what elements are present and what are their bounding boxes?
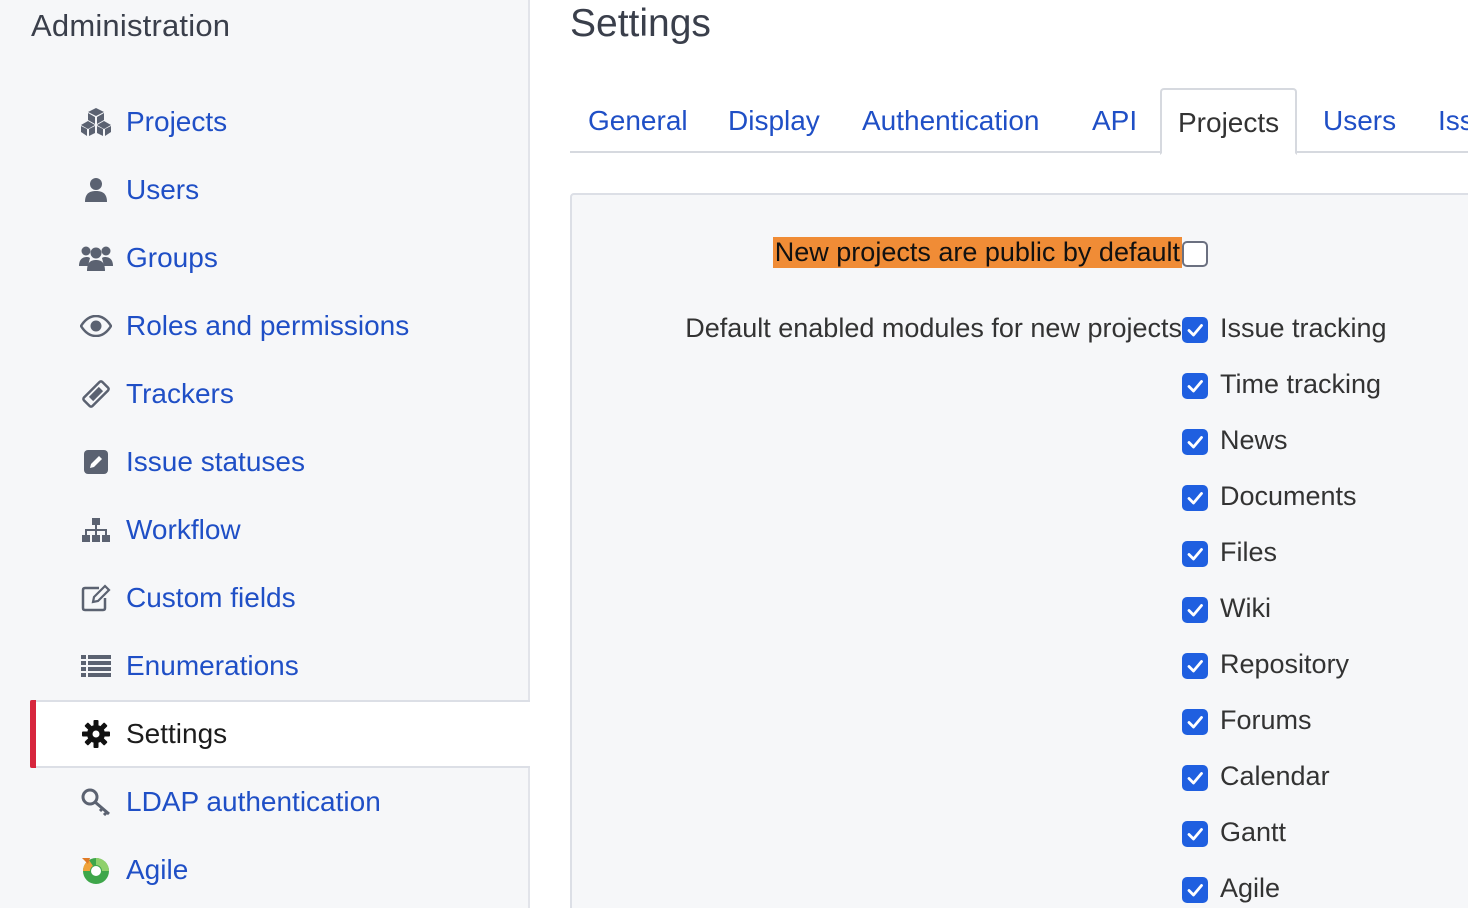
module-checkbox-issue-tracking[interactable] (1182, 317, 1208, 343)
sidebar-item-label: Projects (126, 106, 228, 137)
module-checkbox-calendar[interactable] (1182, 765, 1208, 791)
projects-settings-panel: New projects are public by default Defau… (570, 193, 1468, 908)
sidebar-item-label: LDAP authentication (126, 786, 381, 817)
sidebar-item-projects[interactable]: Projects (0, 88, 530, 156)
tab-display[interactable]: Display (728, 88, 820, 153)
sidebar-item-groups[interactable]: Groups (0, 224, 530, 292)
module-checkbox-news[interactable] (1182, 429, 1208, 455)
module-checkbox-agile[interactable] (1182, 877, 1208, 903)
module-checkbox-files[interactable] (1182, 541, 1208, 567)
module-label-documents: Documents (1220, 481, 1357, 511)
sidebar-item-roles[interactable]: Roles and permissions (0, 292, 530, 360)
eye-icon (78, 308, 114, 344)
sidebar-item-label: Settings (126, 718, 228, 749)
sitemap-icon (78, 512, 114, 548)
checkmark-icon (1187, 772, 1203, 785)
sidebar-item-label: Groups (126, 242, 218, 273)
module-label-gantt: Gantt (1220, 817, 1287, 847)
module-label-news: News (1220, 425, 1288, 455)
checkmark-icon (1187, 828, 1203, 841)
module-label-repository: Repository (1220, 649, 1350, 679)
checkmark-icon (1187, 548, 1203, 561)
sidebar-item-label: Workflow (126, 514, 241, 545)
tab-users[interactable]: Users (1323, 88, 1396, 153)
edit-icon (78, 580, 114, 616)
main-content: Settings General Display Authentication … (532, 0, 1468, 908)
public-default-label: New projects are public by default (772, 237, 1182, 268)
ticket-icon (78, 376, 114, 412)
tab-projects[interactable]: Projects (1160, 88, 1298, 155)
module-label-issue-tracking: Issue tracking (1220, 313, 1387, 343)
gear-icon (78, 716, 114, 752)
sidebar-item-label: Trackers (126, 378, 234, 409)
module-label-wiki: Wiki (1220, 593, 1271, 623)
checkmark-icon (1187, 716, 1203, 729)
key-icon (78, 784, 114, 820)
module-checkbox-documents[interactable] (1182, 485, 1208, 511)
sidebar-item-settings[interactable]: Settings (30, 700, 530, 768)
sidebar-item-users[interactable]: Users (0, 156, 530, 224)
module-label-agile: Agile (1220, 873, 1281, 903)
sidebar-item-label: Users (126, 174, 200, 205)
settings-tabs: General Display Authentication API Proje… (570, 88, 1468, 155)
sidebar-item-ldap[interactable]: LDAP authentication (0, 768, 530, 836)
checkmark-icon (1187, 884, 1203, 897)
public-default-checkbox[interactable] (1182, 241, 1208, 267)
module-label-calendar: Calendar (1220, 761, 1330, 791)
users-group-icon (78, 240, 114, 276)
checkmark-icon (1187, 660, 1203, 673)
sidebar-title: Administration (31, 8, 231, 43)
page-title: Settings (570, 2, 711, 45)
checkmark-icon (1187, 492, 1203, 505)
sidebar: Administration Projects Users Groups Rol… (0, 0, 530, 908)
module-label-time-tracking: Time tracking (1220, 369, 1382, 399)
module-checkbox-forums[interactable] (1182, 709, 1208, 735)
sidebar-item-issue-statuses[interactable]: Issue statuses (0, 428, 530, 496)
sidebar-item-label: Custom fields (126, 582, 296, 613)
tab-general[interactable]: General (588, 88, 688, 153)
sidebar-item-trackers[interactable]: Trackers (0, 360, 530, 428)
module-checkbox-time-tracking[interactable] (1182, 373, 1208, 399)
tab-api[interactable]: API (1092, 88, 1137, 153)
checkmark-icon (1187, 380, 1203, 393)
sidebar-item-label: Roles and permissions (126, 310, 410, 341)
sidebar-item-label: Enumerations (126, 650, 299, 681)
module-label-forums: Forums (1220, 705, 1312, 735)
module-label-files: Files (1220, 537, 1278, 567)
sidebar-item-label: Agile (126, 854, 189, 885)
checkmark-icon (1187, 436, 1203, 449)
pencil-square-icon (78, 444, 114, 480)
tab-issues[interactable]: Iss (1438, 88, 1468, 153)
admin-menu: Projects Users Groups Roles and permissi… (0, 88, 530, 904)
user-icon (78, 172, 114, 208)
checkmark-icon (1187, 604, 1203, 617)
sidebar-item-label: Issue statuses (126, 446, 305, 477)
page: Administration Projects Users Groups Rol… (0, 0, 1468, 908)
cubes-icon (78, 104, 114, 140)
sidebar-item-agile[interactable]: Agile (0, 836, 530, 904)
sidebar-item-workflow[interactable]: Workflow (0, 496, 530, 564)
agile-icon (78, 852, 114, 888)
module-checkbox-repository[interactable] (1182, 653, 1208, 679)
checkmark-icon (1187, 324, 1203, 337)
sidebar-item-enumerations[interactable]: Enumerations (0, 632, 530, 700)
default-modules-label: Default enabled modules for new projects (685, 313, 1182, 343)
module-checkbox-wiki[interactable] (1182, 597, 1208, 623)
module-checkbox-gantt[interactable] (1182, 821, 1208, 847)
tab-authentication[interactable]: Authentication (862, 88, 1039, 153)
list-icon (78, 648, 114, 684)
sidebar-item-custom-fields[interactable]: Custom fields (0, 564, 530, 632)
